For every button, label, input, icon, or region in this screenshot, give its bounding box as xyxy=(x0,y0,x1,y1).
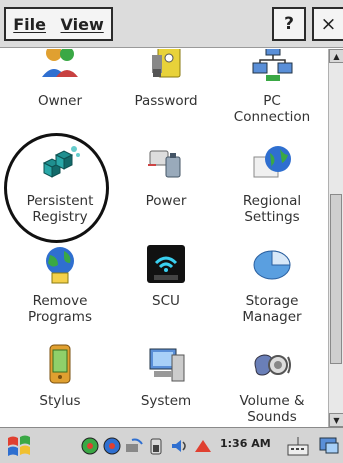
clock[interactable]: 1:36 AM xyxy=(220,437,271,450)
volume-sounds-item[interactable]: Volume & Sounds xyxy=(218,343,326,427)
view-menu[interactable]: View xyxy=(61,15,104,34)
persistent-registry-icon xyxy=(42,146,80,178)
regional-settings-label: Regional Settings xyxy=(242,193,302,225)
system-icon xyxy=(149,348,185,382)
power-label: Power xyxy=(145,193,187,209)
stylus-item[interactable]: Stylus xyxy=(6,343,114,427)
connectivity-icon[interactable] xyxy=(102,436,122,456)
password-icon xyxy=(152,49,181,78)
taskbar: 1:36 AM xyxy=(0,427,343,463)
vertical-scrollbar[interactable]: ▲ ▼ xyxy=(328,49,343,427)
regional-settings-icon xyxy=(253,146,291,178)
scu-icon xyxy=(147,245,185,283)
password-item[interactable]: Password xyxy=(112,49,220,141)
persistent-registry-item[interactable]: Persistent Registry xyxy=(6,143,114,241)
remove-programs-label: Remove Programs xyxy=(28,293,92,325)
storage-manager-label: Storage Manager xyxy=(242,293,302,325)
power-item[interactable]: Power xyxy=(112,143,220,241)
scroll-up-arrow-icon[interactable]: ▲ xyxy=(329,49,343,63)
owner-item[interactable]: Owner xyxy=(6,49,114,141)
network-icon[interactable] xyxy=(80,436,100,456)
storage-manager-item[interactable]: Storage Manager xyxy=(218,243,326,341)
control-panel-grid: Owner Password PC Connection Persistent … xyxy=(0,49,328,427)
volume-sounds-icon xyxy=(254,354,291,376)
owner-label: Owner xyxy=(37,93,83,109)
stylus-label: Stylus xyxy=(39,393,81,409)
close-button[interactable]: × xyxy=(312,7,343,41)
system-item[interactable]: System xyxy=(112,343,220,427)
owner-icon xyxy=(42,49,78,77)
scu-item[interactable]: SCU xyxy=(112,243,220,341)
power-icon xyxy=(148,150,181,178)
scu-label: SCU xyxy=(152,293,180,309)
scroll-down-arrow-icon[interactable]: ▼ xyxy=(329,413,343,427)
sync-icon[interactable] xyxy=(124,436,144,456)
password-label: Password xyxy=(134,93,198,109)
file-menu[interactable]: File xyxy=(13,15,46,34)
storage-manager-icon xyxy=(253,250,291,280)
system-label: System xyxy=(140,393,192,409)
remove-programs-item[interactable]: Remove Programs xyxy=(6,243,114,341)
menu-group: File View xyxy=(4,7,113,41)
menu-bar: File View ? × xyxy=(0,0,343,48)
start-windows-icon[interactable] xyxy=(6,434,32,458)
scroll-thumb[interactable] xyxy=(330,194,342,364)
pc-connection-item[interactable]: PC Connection xyxy=(218,49,326,141)
volume-icon[interactable] xyxy=(170,436,190,456)
volume-sounds-label: Volume & Sounds xyxy=(239,393,305,425)
stylus-icon xyxy=(49,344,71,384)
help-button[interactable]: ? xyxy=(272,7,306,41)
signal-arrow-icon[interactable] xyxy=(193,438,213,454)
remove-programs-icon xyxy=(46,247,74,284)
keyboard-icon[interactable] xyxy=(287,435,309,457)
pc-connection-icon xyxy=(252,49,293,81)
persistent-registry-label: Persistent Registry xyxy=(26,193,94,225)
pc-connection-label: PC Connection xyxy=(233,93,311,125)
desktop-icon[interactable] xyxy=(318,435,340,457)
battery-icon[interactable] xyxy=(146,436,166,456)
regional-settings-item[interactable]: Regional Settings xyxy=(218,143,326,241)
